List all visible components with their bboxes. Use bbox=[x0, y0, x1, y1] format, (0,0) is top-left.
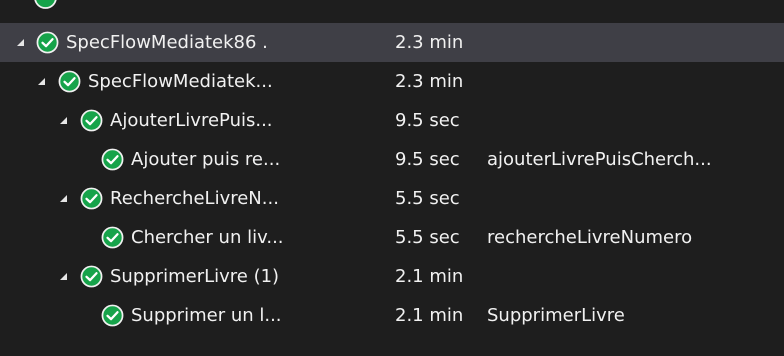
expander-icon[interactable] bbox=[56, 179, 70, 218]
test-duration: 2.3 min bbox=[395, 32, 464, 53]
test-duration: 9.5 sec bbox=[395, 110, 460, 131]
test-name: SupprimerLivre (1) bbox=[110, 266, 280, 287]
check-circle-icon bbox=[101, 148, 124, 171]
test-explorer-tree: SpecFlowMediatek86 . 2.3 min SpecFlowMed… bbox=[0, 0, 784, 356]
test-name: SpecFlowMediatek86 . bbox=[66, 32, 268, 53]
tree-row[interactable]: RechercheLivreN... 5.5 sec bbox=[0, 179, 784, 218]
check-circle-icon bbox=[101, 226, 124, 249]
check-circle-icon bbox=[80, 187, 103, 210]
expander-icon[interactable] bbox=[13, 23, 27, 62]
tree-row[interactable]: Supprimer un l... 2.1 min SupprimerLivre bbox=[0, 296, 784, 335]
check-circle-icon bbox=[34, 0, 57, 9]
expander-icon[interactable] bbox=[34, 62, 48, 101]
check-circle-icon bbox=[80, 109, 103, 132]
test-name: Ajouter puis re... bbox=[131, 149, 281, 170]
check-circle-icon bbox=[80, 265, 103, 288]
test-duration: 9.5 sec bbox=[395, 149, 460, 170]
test-name: Supprimer un l... bbox=[131, 305, 282, 326]
expander-icon[interactable] bbox=[56, 257, 70, 296]
test-message: ajouterLivrePuisCherch... bbox=[487, 149, 712, 170]
check-circle-icon bbox=[58, 70, 81, 93]
tree-row[interactable]: SpecFlowMediatek86 . 2.3 min bbox=[0, 23, 784, 62]
tree-row[interactable]: Ajouter puis re... 9.5 sec ajouterLivreP… bbox=[0, 140, 784, 179]
tree-row[interactable]: SpecFlowMediatek... 2.3 min bbox=[0, 62, 784, 101]
test-duration: 2.3 min bbox=[395, 71, 464, 92]
test-duration: 2.1 min bbox=[395, 305, 464, 326]
test-name: RechercheLivreN... bbox=[110, 188, 279, 209]
check-circle-icon bbox=[36, 31, 59, 54]
test-name: AjouterLivrePuis... bbox=[110, 110, 273, 131]
tree-row[interactable]: AjouterLivrePuis... 9.5 sec bbox=[0, 101, 784, 140]
tree-row[interactable]: Chercher un liv... 5.5 sec rechercheLivr… bbox=[0, 218, 784, 257]
test-duration: 5.5 sec bbox=[395, 227, 460, 248]
tree-row[interactable]: SupprimerLivre (1) 2.1 min bbox=[0, 257, 784, 296]
expander-icon[interactable] bbox=[56, 101, 70, 140]
test-duration: 2.1 min bbox=[395, 266, 464, 287]
test-name: SpecFlowMediatek... bbox=[88, 71, 273, 92]
check-circle-icon bbox=[101, 304, 124, 327]
test-message: SupprimerLivre bbox=[487, 305, 625, 326]
test-message: rechercheLivreNumero bbox=[487, 227, 693, 248]
test-duration: 5.5 sec bbox=[395, 188, 460, 209]
test-name: Chercher un liv... bbox=[131, 227, 284, 248]
